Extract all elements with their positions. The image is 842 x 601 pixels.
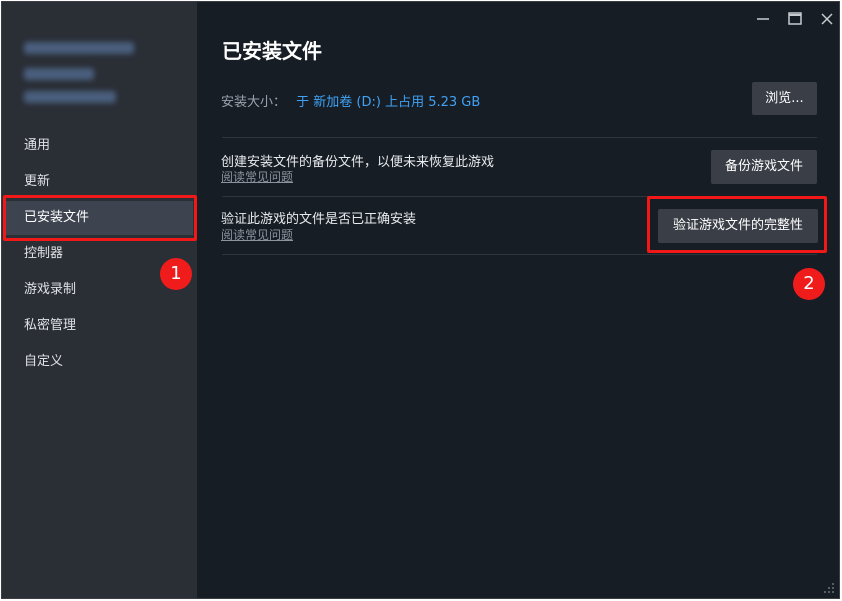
browse-button[interactable]: 浏览...: [752, 82, 817, 115]
divider: [222, 196, 817, 197]
sidebar-item-customization[interactable]: 自定义: [2, 345, 197, 379]
verify-description: 验证此游戏的文件是否已正确安装: [221, 212, 417, 227]
sidebar-item-privacy[interactable]: 私密管理: [2, 309, 197, 343]
divider: [222, 137, 817, 138]
install-size-label: 安装大小：: [221, 95, 287, 110]
close-icon[interactable]: [817, 9, 837, 29]
verify-integrity-button[interactable]: 验证游戏文件的完整性: [658, 209, 818, 243]
minimize-icon[interactable]: [753, 9, 773, 29]
install-size-value: 于 新加卷 (D:) 上占用 5.23 GB: [296, 95, 481, 110]
backup-faq-link[interactable]: 阅读常见问题: [221, 168, 293, 185]
settings-window: 通用 更新 已安装文件 控制器 游戏录制 私密管理 自定义 已安装文件 安装大小…: [1, 1, 840, 599]
verify-faq-link[interactable]: 阅读常见问题: [221, 226, 293, 243]
divider: [222, 254, 817, 255]
page-title: 已安装文件: [222, 39, 322, 63]
sidebar-item-general[interactable]: 通用: [2, 129, 197, 163]
maximize-icon[interactable]: [785, 9, 805, 29]
sidebar-item-updates[interactable]: 更新: [2, 165, 197, 199]
backup-game-files-button[interactable]: 备份游戏文件: [711, 150, 817, 184]
sidebar: 通用 更新 已安装文件 控制器 游戏录制 私密管理 自定义: [2, 2, 197, 598]
game-name-blurred-line-3: [24, 91, 116, 103]
resize-grip-icon[interactable]: [823, 582, 835, 594]
step-badge-2: 2: [793, 268, 825, 300]
install-size-row: 安装大小： 于 新加卷 (D:) 上占用 5.23 GB: [221, 91, 480, 110]
sidebar-item-installed-files[interactable]: 已安装文件: [6, 201, 193, 235]
game-name-blurred-line-2: [24, 68, 94, 80]
game-name-blurred-line-1: [24, 42, 134, 54]
step-badge-1: 1: [160, 258, 192, 290]
